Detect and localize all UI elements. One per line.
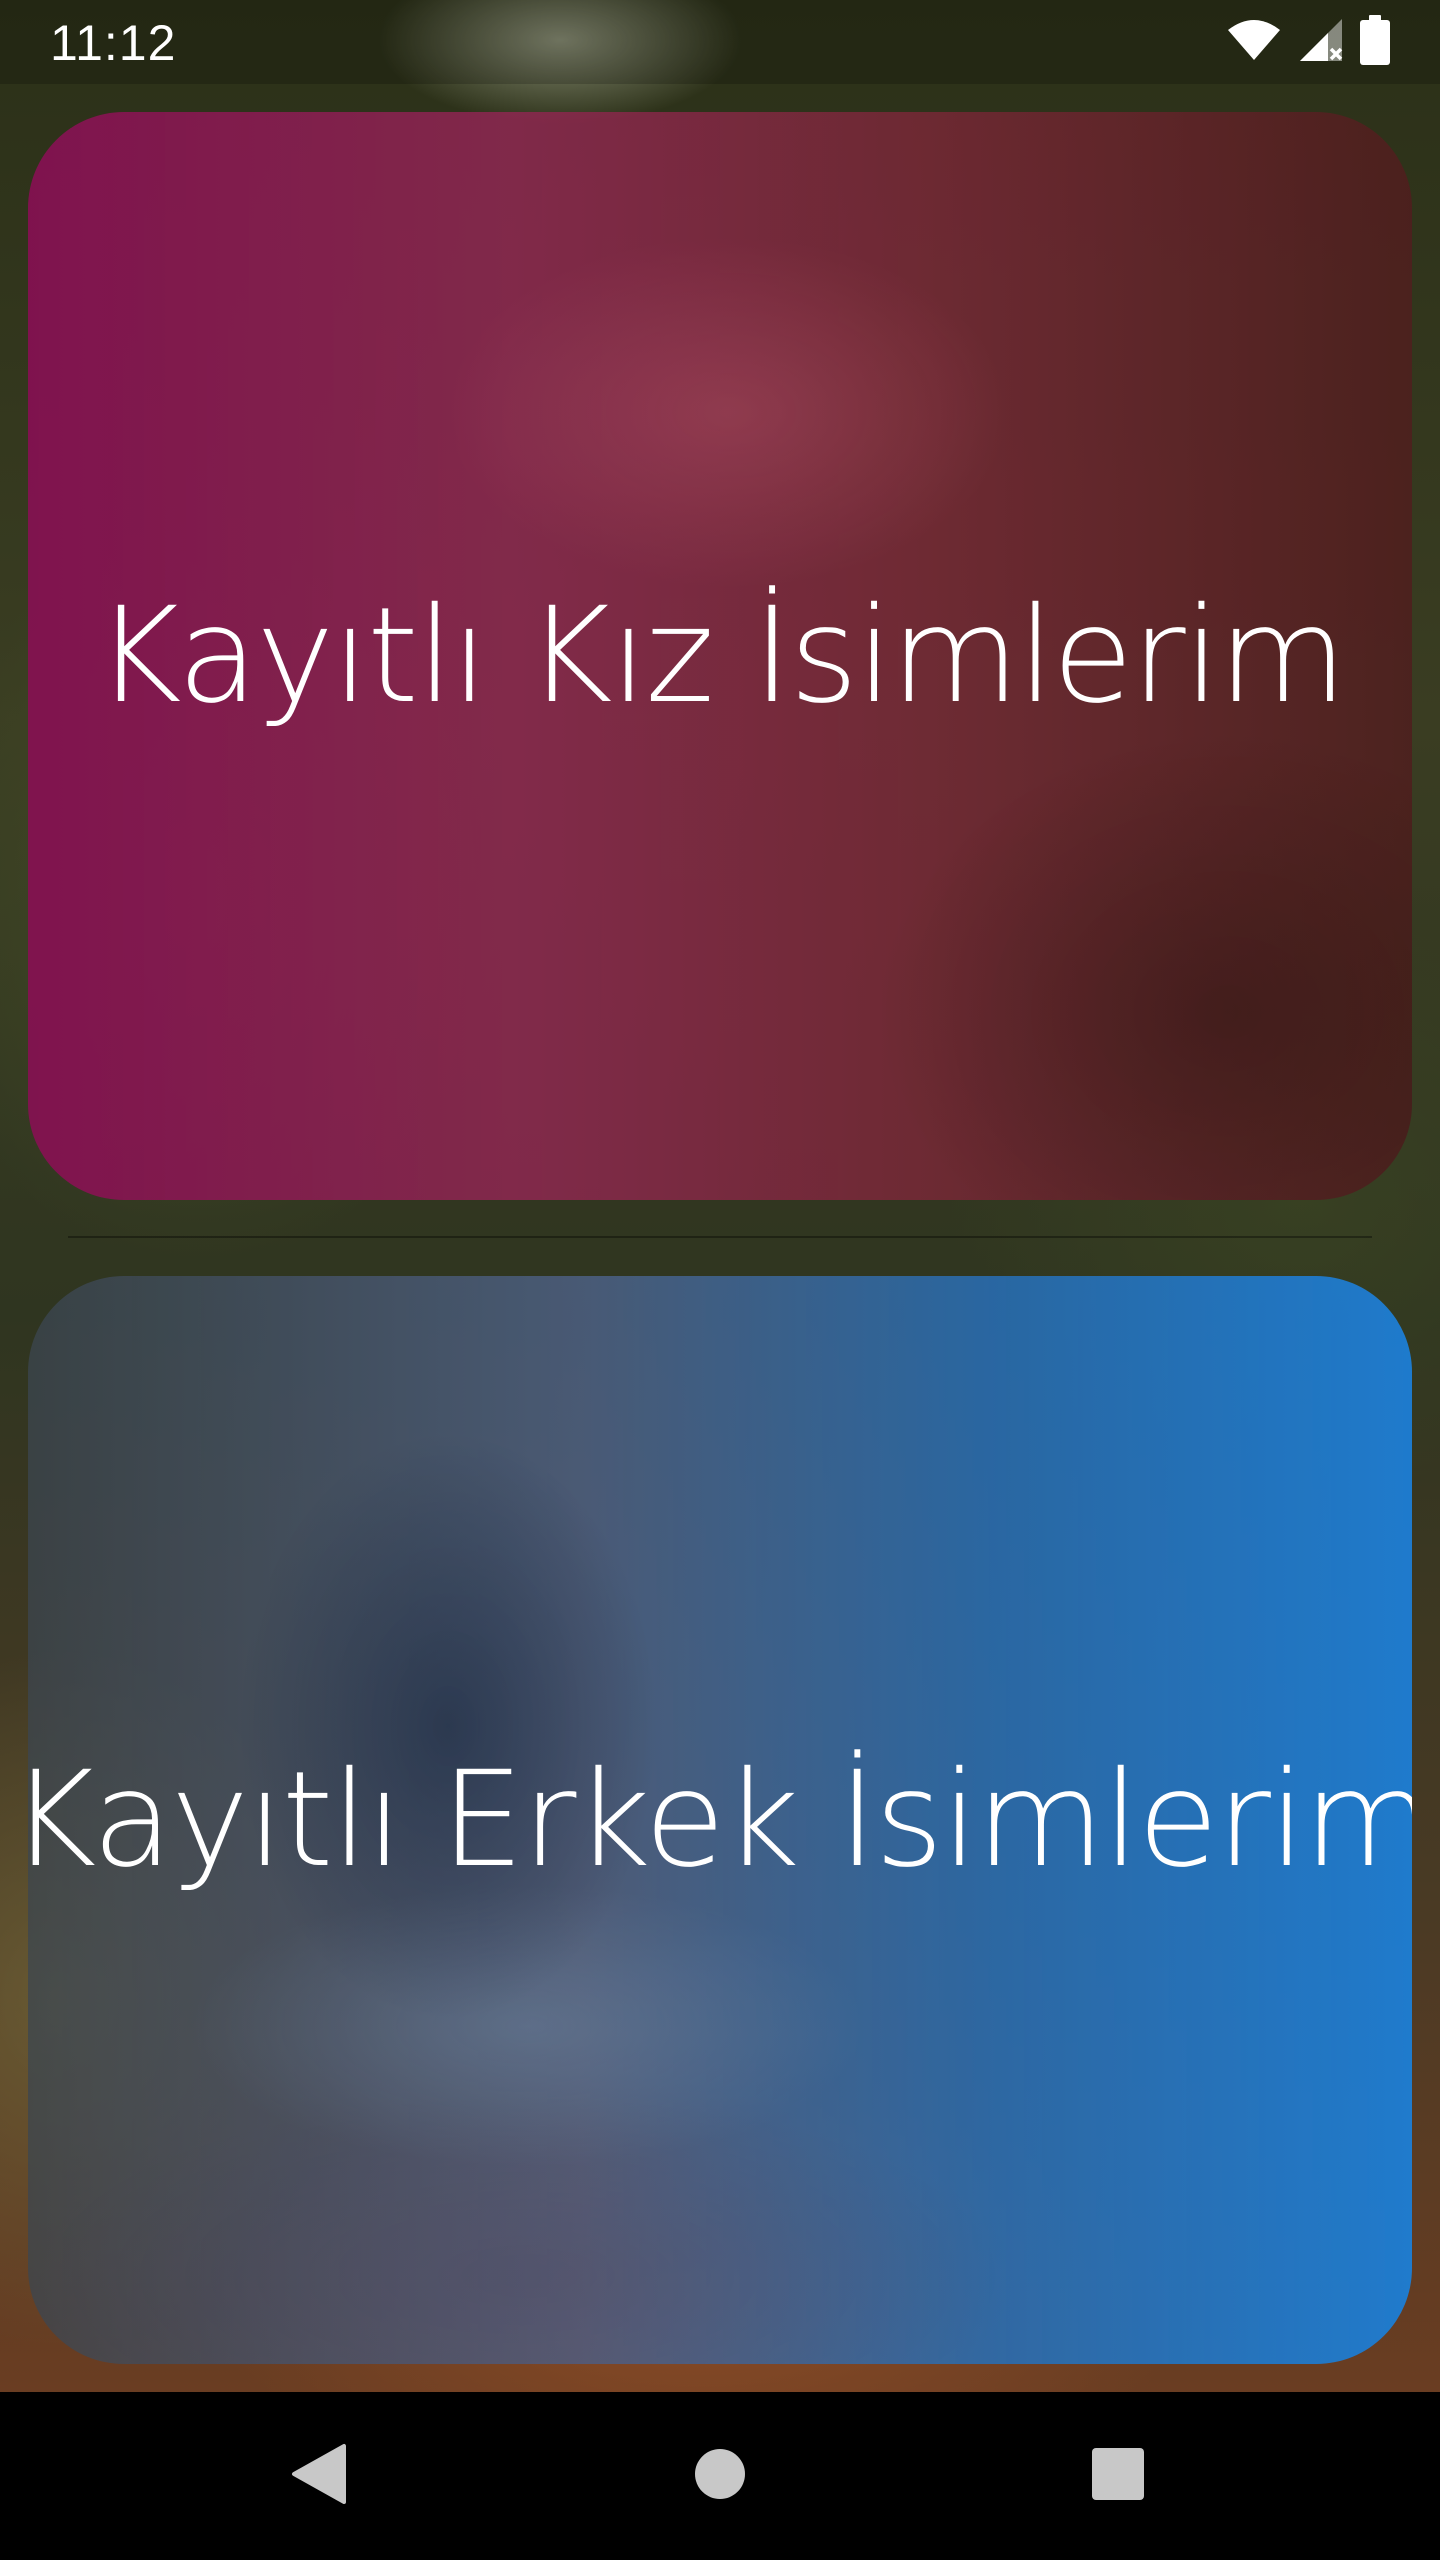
status-bar: 11:12 xyxy=(0,0,1440,84)
wifi-icon xyxy=(1226,18,1282,66)
saved-girl-names-label: Kayıtlı Kız İsimlerim xyxy=(95,579,1347,733)
status-icons xyxy=(1226,15,1390,69)
app-screen: 11:12 Kayıtlı Kız İsimlerim Kayıtlı Erke… xyxy=(0,0,1440,2560)
navigation-bar xyxy=(0,2392,1440,2560)
home-icon xyxy=(693,2447,747,2505)
cell-signal-no-service-icon xyxy=(1298,17,1344,67)
back-icon xyxy=(288,2442,348,2510)
status-time: 11:12 xyxy=(50,15,177,71)
saved-girl-names-card[interactable]: Kayıtlı Kız İsimlerim xyxy=(28,112,1412,1200)
battery-full-icon xyxy=(1360,15,1390,69)
back-button[interactable] xyxy=(268,2426,368,2526)
recents-icon xyxy=(1090,2446,1146,2506)
divider xyxy=(68,1236,1372,1238)
saved-boy-names-card[interactable]: Kayıtlı Erkek İsimlerim xyxy=(28,1276,1412,2364)
recents-button[interactable] xyxy=(1068,2426,1168,2526)
saved-boy-names-label: Kayıtlı Erkek İsimlerim xyxy=(28,1743,1412,1897)
home-button[interactable] xyxy=(670,2426,770,2526)
